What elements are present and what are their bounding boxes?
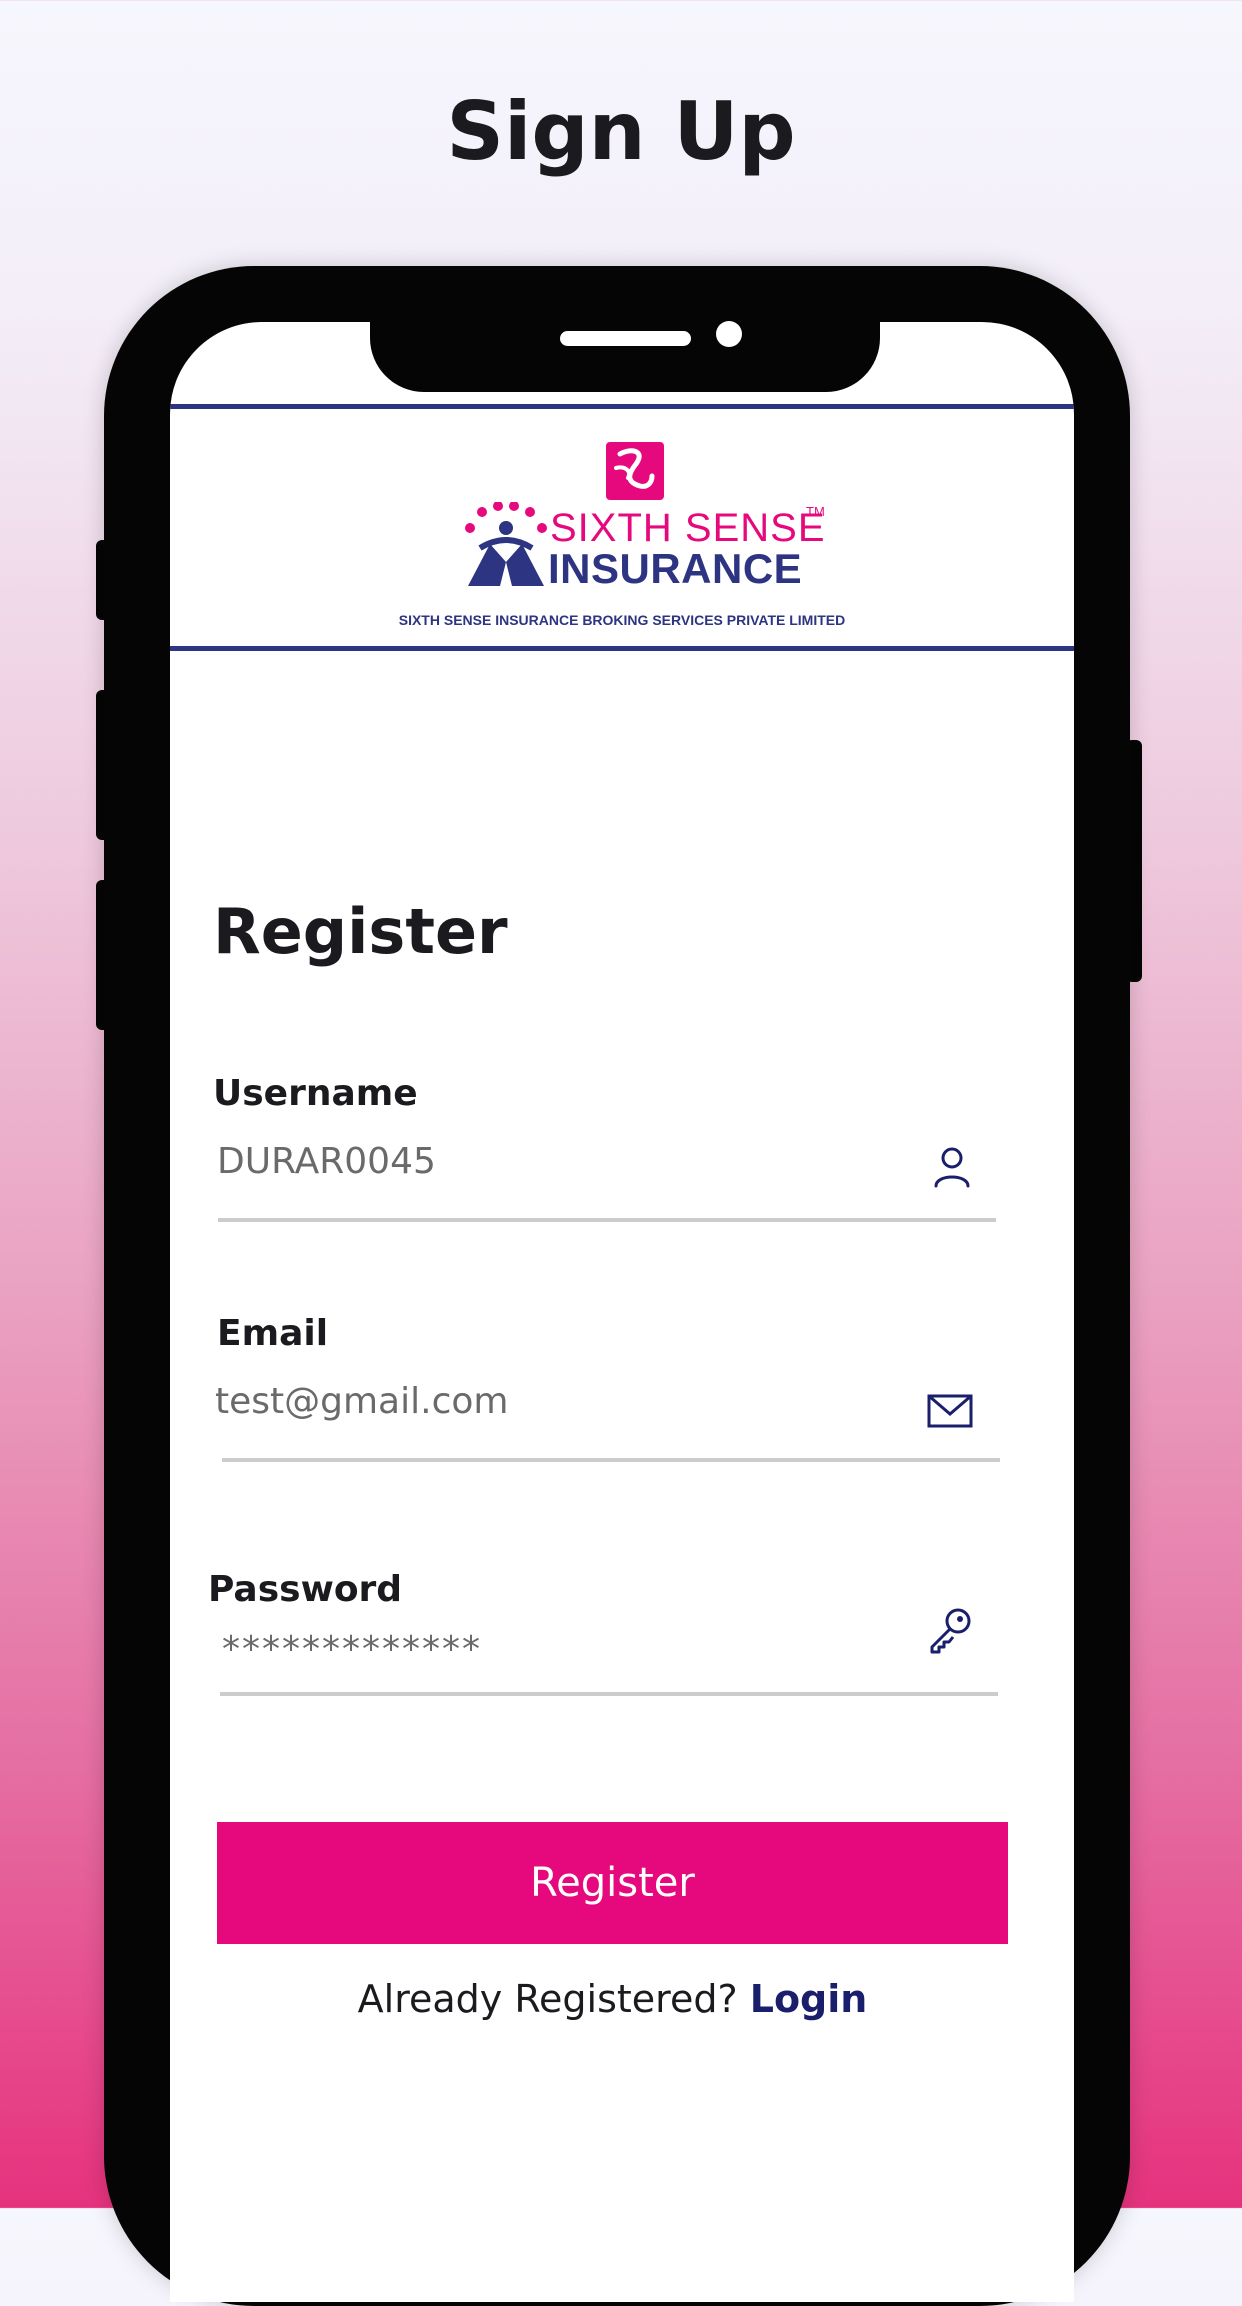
phone-notch <box>370 300 880 392</box>
page-heading: Sign Up <box>446 85 796 178</box>
email-label: Email <box>217 1313 329 1354</box>
password-label: Password <box>208 1569 403 1610</box>
already-registered-text: Already Registered? <box>357 1977 738 2021</box>
form-title: Register <box>213 895 508 968</box>
key-icon <box>926 1606 974 1654</box>
user-icon <box>928 1142 976 1190</box>
brand-name-line1: SIXTH SENSE <box>550 506 826 550</box>
username-underline <box>218 1218 996 1222</box>
phone-camera <box>716 321 742 347</box>
username-field[interactable]: DURAR0045 <box>217 1140 436 1184</box>
phone-screen: SIXTH SENSE TM INSURANCE SIXTH SENSE INS… <box>170 322 1074 2302</box>
email-underline <box>222 1458 1000 1462</box>
brand-tagline: SIXTH SENSE INSURANCE BROKING SERVICES P… <box>398 612 846 628</box>
login-prompt: Already Registered? Login <box>170 1974 1055 2024</box>
header-bottom-rule <box>170 646 1074 651</box>
brand-name-line2: INSURANCE <box>548 545 803 592</box>
brand-mark-icon <box>606 442 664 500</box>
brand-trademark: TM <box>806 504 825 519</box>
header-top-rule <box>170 404 1074 409</box>
login-link[interactable]: Login <box>750 1977 868 2021</box>
username-label: Username <box>213 1073 418 1114</box>
register-button[interactable]: Register <box>217 1822 1008 1944</box>
brand-emblem-icon <box>460 501 550 592</box>
phone-speaker <box>560 331 691 346</box>
envelope-icon <box>926 1386 974 1434</box>
password-underline <box>220 1692 998 1696</box>
brand-logo: SIXTH SENSE TM INSURANCE SIXTH SENSE INS… <box>170 442 1074 642</box>
email-field[interactable]: test@gmail.com <box>215 1380 508 1424</box>
password-field[interactable]: ************* <box>222 1628 482 1672</box>
